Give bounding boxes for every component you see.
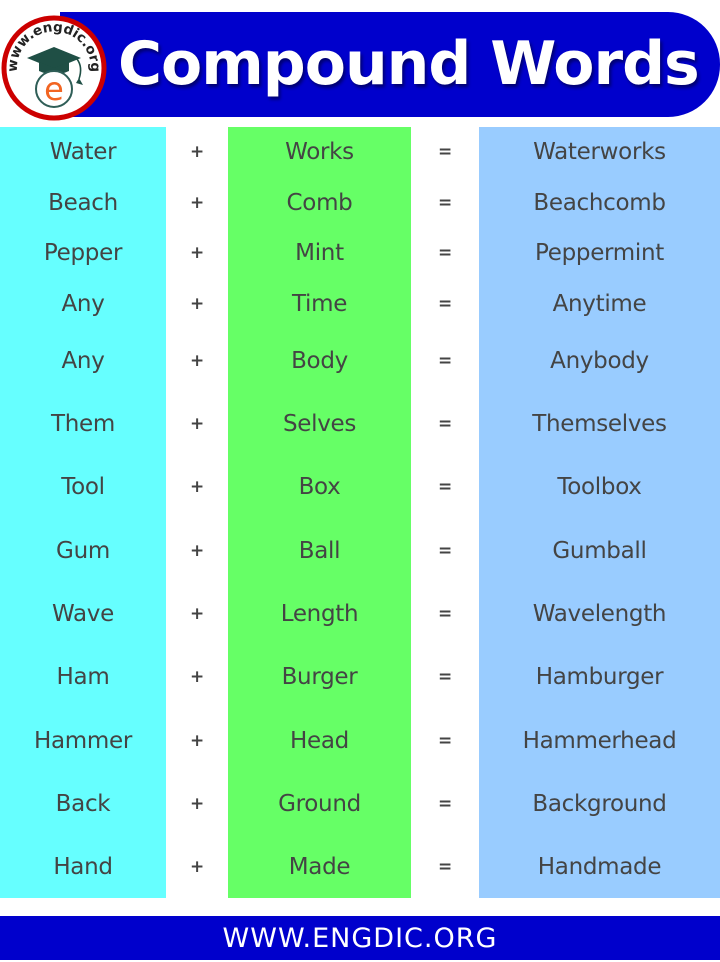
compound-word-cell: Peppermint bbox=[535, 240, 664, 266]
plus-sign: + bbox=[190, 414, 204, 434]
second-word-cell: Ball bbox=[298, 538, 341, 564]
plus-sign: + bbox=[190, 351, 204, 371]
compound-word-cell: Wavelength bbox=[532, 601, 667, 627]
second-word-cell: Works bbox=[285, 139, 354, 165]
plus-sign: + bbox=[190, 731, 204, 751]
compound-word-cell: Waterworks bbox=[533, 139, 666, 165]
plus-sign: + bbox=[190, 857, 204, 877]
first-word-cell: Hand bbox=[53, 854, 113, 880]
first-word-cell: Back bbox=[55, 791, 111, 817]
compound-word-column: Waterworks Beachcomb Peppermint Anytime Anyb… bbox=[479, 127, 720, 898]
plus-sign: + bbox=[190, 142, 204, 162]
equals-sign: = bbox=[438, 667, 452, 687]
first-word-cell: Wave bbox=[52, 601, 114, 627]
first-word-cell: Pepper bbox=[43, 240, 123, 266]
equals-sign: = bbox=[438, 243, 452, 263]
compound-word-cell: Hamburger bbox=[535, 664, 664, 690]
second-word-cell: Body bbox=[291, 348, 348, 374]
compound-word-cell: Toolbox bbox=[557, 474, 642, 500]
plus-sign: + bbox=[190, 667, 204, 687]
equals-sign: = bbox=[438, 351, 452, 371]
equals-operator-column: = = = = = = = = = = = = = bbox=[411, 127, 479, 898]
plus-sign: + bbox=[190, 541, 204, 561]
plus-sign: + bbox=[190, 604, 204, 624]
graduation-cap-logo-icon: www.engdic.org e bbox=[1, 15, 107, 121]
second-word-cell: Box bbox=[298, 474, 341, 500]
page-title: Compound Words bbox=[118, 29, 700, 99]
second-word-cell: Mint bbox=[295, 240, 344, 266]
plus-sign: + bbox=[190, 193, 204, 213]
second-word-cell: Selves bbox=[282, 411, 357, 437]
first-word-cell: Them bbox=[51, 411, 115, 437]
plus-sign: + bbox=[190, 243, 204, 263]
plus-sign: + bbox=[190, 477, 204, 497]
second-word-cell: Time bbox=[291, 291, 348, 317]
equals-sign: = bbox=[438, 193, 452, 213]
equals-sign: = bbox=[438, 414, 452, 434]
second-word-cell: Made bbox=[288, 854, 351, 880]
second-word-cell: Length bbox=[280, 601, 359, 627]
equals-sign: = bbox=[438, 604, 452, 624]
first-word-cell: Water bbox=[49, 139, 117, 165]
plus-sign: + bbox=[190, 294, 204, 314]
equals-sign: = bbox=[438, 142, 452, 162]
engdic-logo[interactable]: www.engdic.org e bbox=[1, 15, 107, 121]
compound-word-cell: Beachcomb bbox=[533, 190, 666, 216]
plus-sign: + bbox=[190, 794, 204, 814]
compound-word-cell: Anytime bbox=[552, 291, 647, 317]
second-word-cell: Burger bbox=[281, 664, 358, 690]
compound-word-cell: Themselves bbox=[532, 411, 667, 437]
equals-sign: = bbox=[438, 477, 452, 497]
footer-website-link[interactable]: WWW.ENGDIC.ORG bbox=[0, 916, 720, 960]
first-word-cell: Any bbox=[61, 291, 105, 317]
footer-bar: WWW.ENGDIC.ORG bbox=[0, 916, 720, 960]
plus-operator-column: + + + + + + + + + + + + + bbox=[166, 127, 228, 898]
first-word-cell: Ham bbox=[56, 664, 110, 690]
first-word-column: Water Beach Pepper Any Any Them Tool Gum Wave Ham… bbox=[0, 127, 166, 898]
equals-sign: = bbox=[438, 541, 452, 561]
compound-word-cell: Gumball bbox=[552, 538, 647, 564]
second-word-cell: Head bbox=[290, 728, 349, 754]
equals-sign: = bbox=[438, 731, 452, 751]
compound-word-cell: Background bbox=[532, 791, 667, 817]
compound-word-cell: Handmade bbox=[537, 854, 662, 880]
first-word-cell: Hammer bbox=[33, 728, 132, 754]
logo-letter: e bbox=[44, 70, 64, 108]
first-word-cell: Beach bbox=[48, 190, 118, 216]
second-word-cell: Ground bbox=[278, 791, 361, 817]
second-word-column: Works Comb Mint Time Body Selves Box Ball Length… bbox=[228, 127, 411, 898]
second-word-cell: Comb bbox=[286, 190, 353, 216]
compound-word-cell: Anybody bbox=[550, 348, 649, 374]
equals-sign: = bbox=[438, 294, 452, 314]
equals-sign: = bbox=[438, 857, 452, 877]
first-word-cell: Tool bbox=[61, 474, 105, 500]
equals-sign: = bbox=[438, 794, 452, 814]
compound-word-cell: Hammerhead bbox=[522, 728, 677, 754]
first-word-cell: Gum bbox=[56, 538, 110, 564]
first-word-cell: Any bbox=[61, 348, 105, 374]
